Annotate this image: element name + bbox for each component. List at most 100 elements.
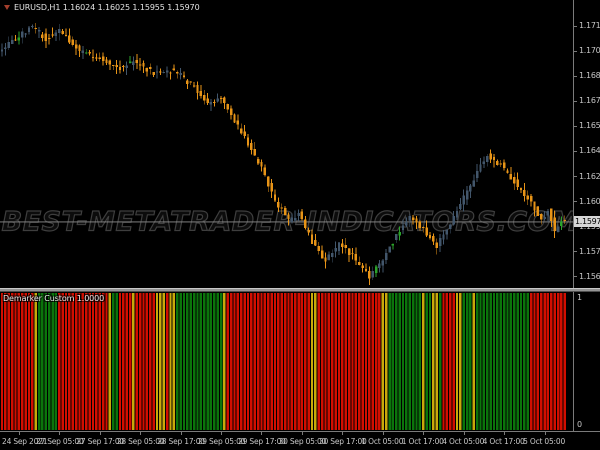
candle-body	[145, 67, 149, 72]
candle-body	[105, 59, 108, 63]
indicator-bar	[108, 293, 112, 430]
candle-body	[300, 211, 304, 220]
candle-body	[361, 265, 364, 268]
candle-body	[277, 202, 280, 208]
indicator-bar	[452, 293, 455, 430]
candle-body	[159, 71, 162, 73]
indicator-bar	[101, 293, 105, 430]
indicator-bar	[317, 293, 320, 430]
indicator-bar	[0, 293, 4, 430]
candle-body	[502, 162, 506, 169]
candle-body	[415, 218, 418, 223]
candle-body	[327, 254, 331, 261]
indicator-bar	[540, 293, 543, 430]
candle-body	[91, 56, 95, 58]
indicator-bar	[162, 293, 165, 430]
candle-body	[172, 68, 176, 71]
mt4-chart-window: BEST-METATRADER-INDICATORS.COM 1.171801.…	[0, 0, 600, 450]
indicator-bar	[118, 293, 122, 430]
pane-divider[interactable]	[0, 288, 600, 292]
indicator-bar	[223, 293, 226, 430]
indicator-bar	[14, 293, 17, 430]
indicator-bar	[34, 293, 37, 430]
indicator-bar	[556, 293, 560, 430]
candle-body	[7, 41, 10, 48]
candle-body	[280, 207, 283, 209]
indicator-bar	[246, 293, 250, 430]
candle-body	[101, 56, 105, 61]
indicator-bar	[112, 293, 115, 430]
indicator-bar	[526, 293, 529, 430]
candle-body	[438, 238, 442, 247]
time-axis[interactable]: 24 Sep 2021 27 Sep 05:00 27 Sep 17:00 28 Se…	[0, 431, 600, 450]
candle-body	[132, 61, 135, 65]
candle-body	[445, 229, 449, 235]
chart-collapse-icon[interactable]	[4, 5, 10, 10]
candle-body	[331, 253, 334, 257]
time-axis-tick	[382, 432, 384, 435]
indicator-bar	[199, 293, 203, 430]
candle-body	[290, 217, 294, 222]
candle-body	[71, 39, 74, 46]
candle-body	[371, 271, 374, 278]
indicator-bar	[236, 293, 240, 430]
candle-body	[320, 250, 324, 259]
price-axis-tick	[574, 176, 577, 178]
chart-plot-area[interactable]	[0, 0, 600, 450]
indicator-bar	[465, 293, 469, 430]
price-axis-tick	[574, 201, 577, 203]
candle-body	[449, 224, 452, 229]
indicator-bar	[95, 293, 98, 430]
price-axis-tick	[574, 100, 577, 102]
indicator-bar	[263, 293, 267, 430]
indicator-bar	[428, 293, 432, 430]
candle-body	[435, 242, 438, 248]
indicator-bar	[61, 293, 64, 430]
indicator-bar	[351, 293, 354, 430]
indicator-level-top: 1	[577, 293, 583, 302]
price-tick-label: 1.16405	[579, 146, 600, 156]
indicator-bar	[550, 293, 553, 430]
indicator-bar	[442, 293, 445, 430]
indicator-bar	[37, 293, 41, 430]
indicator-bar	[260, 293, 263, 430]
indicator-bar	[290, 293, 294, 430]
indicator-bar	[519, 293, 523, 430]
indicator-bar	[341, 293, 344, 430]
candle-body	[14, 39, 17, 41]
indicator-bar	[314, 293, 317, 430]
indicator-bar	[21, 293, 24, 430]
time-axis-tick	[301, 432, 303, 435]
indicator-bar	[206, 293, 209, 430]
indicator-bar	[229, 293, 233, 430]
candle-body	[523, 190, 526, 197]
candle-body	[287, 214, 290, 219]
candle-body	[388, 246, 391, 253]
candle-body	[51, 34, 54, 36]
indicator-bar	[320, 293, 324, 430]
indicator-bar	[280, 293, 283, 430]
indicator-bar	[563, 293, 566, 430]
price-axis-tick	[574, 25, 577, 27]
indicator-bar	[337, 293, 341, 430]
candle-body	[425, 227, 428, 236]
indicator-bar	[300, 293, 304, 430]
candle-body	[155, 71, 159, 73]
candle-body	[165, 70, 169, 73]
indicator-bar	[250, 293, 253, 430]
indicator-bar	[324, 293, 327, 430]
indicator-bar	[459, 293, 462, 430]
indicator-bar	[499, 293, 502, 430]
candle-body	[246, 137, 250, 146]
candle-body	[422, 226, 425, 228]
indicator-bar	[216, 293, 219, 430]
candle-body	[118, 66, 122, 70]
indicator-bar	[536, 293, 540, 430]
indicator-bar	[307, 293, 310, 430]
candle-body	[314, 240, 317, 246]
indicator-bar	[364, 293, 368, 430]
candle-body	[263, 167, 267, 176]
indicator-bar	[475, 293, 479, 430]
candle-body	[472, 180, 475, 187]
chart-title-bar: EURUSD,H1 1.16024 1.16025 1.15955 1.1597…	[4, 3, 200, 12]
